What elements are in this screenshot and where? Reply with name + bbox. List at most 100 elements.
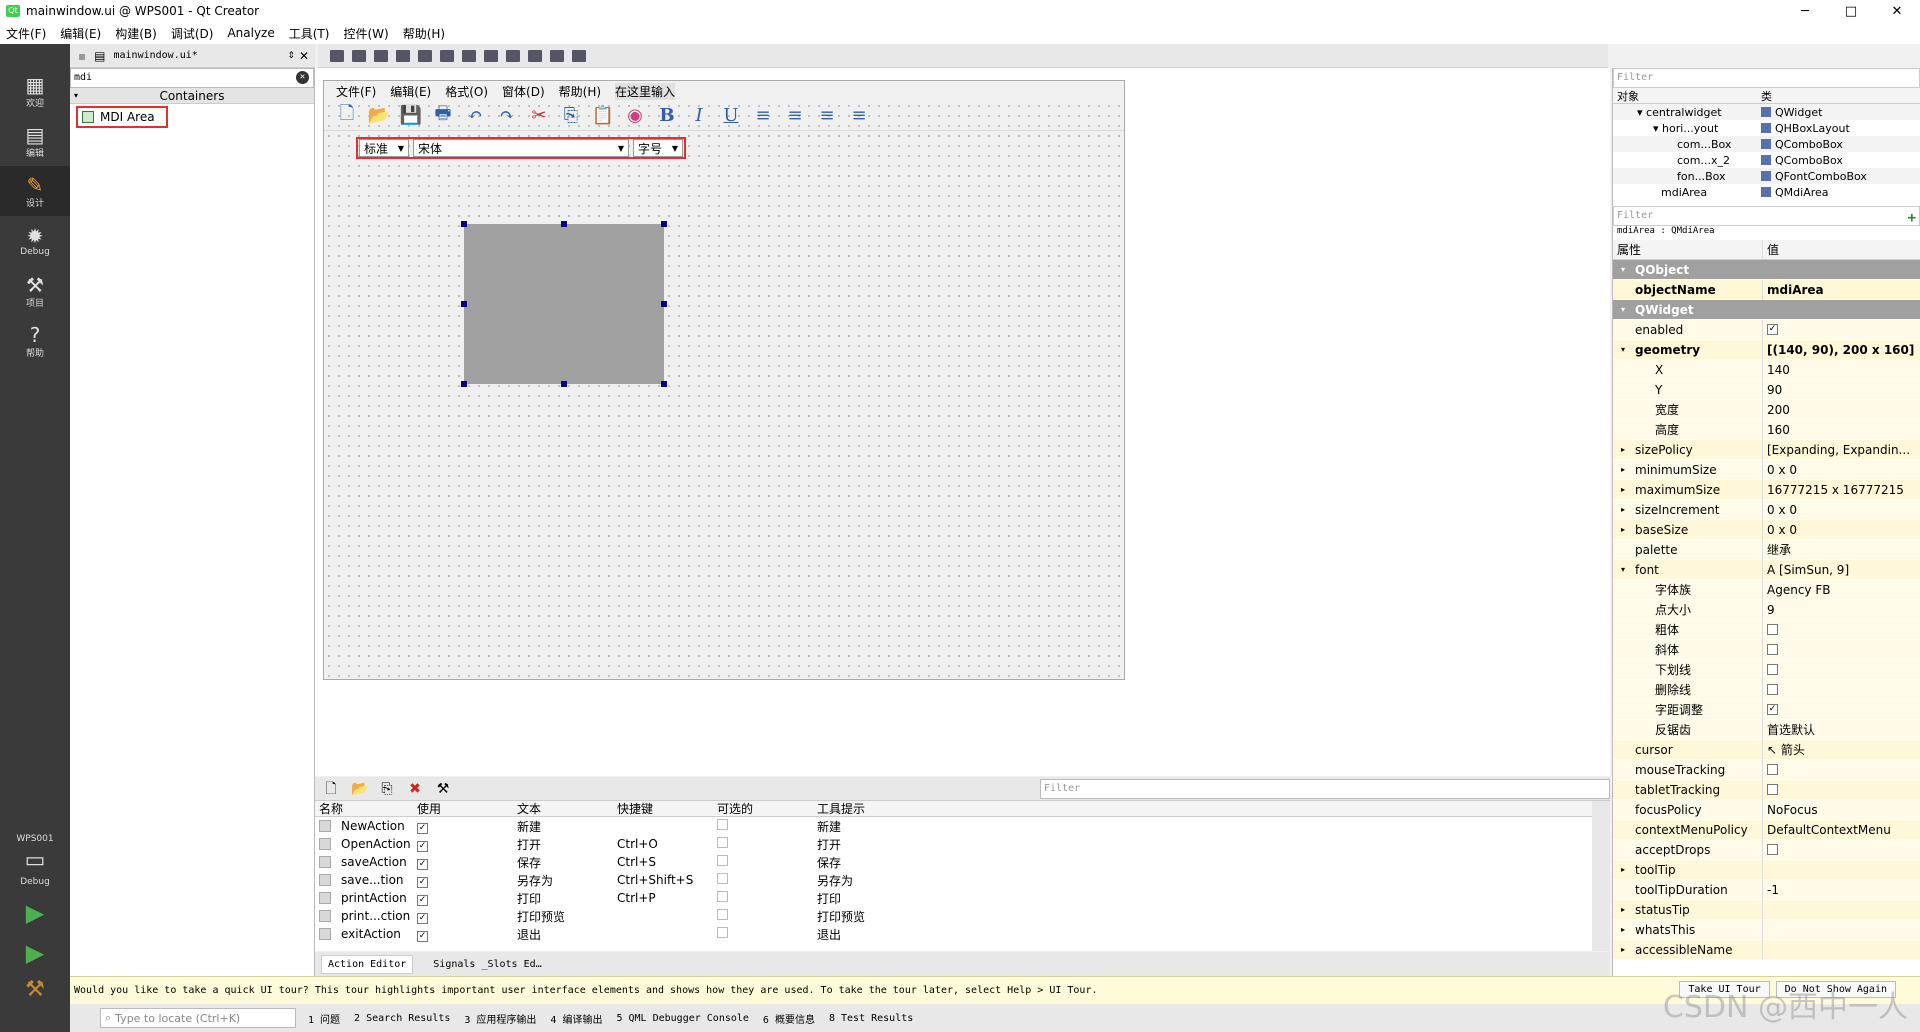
italic-icon[interactable]: I	[688, 105, 710, 127]
col-tooltip[interactable]: 工具提示	[815, 800, 965, 817]
property-checkbox[interactable]	[1767, 764, 1778, 775]
property-checkbox[interactable]	[1767, 684, 1778, 695]
mode-projects[interactable]: ⚒ 项目	[0, 266, 70, 316]
doc-switch-icon[interactable]: ⇕	[287, 51, 295, 61]
category-containers[interactable]: ▾ Containers	[70, 88, 314, 104]
form-menu-type-here[interactable]: 在这里输入	[615, 82, 676, 100]
used-checkbox[interactable]: ✓	[417, 858, 428, 870]
property-row[interactable]: cursor ↖ 箭头	[1613, 739, 1920, 760]
property-row[interactable]: enabled ✓	[1613, 319, 1920, 340]
align-center-icon[interactable]: ≡	[784, 105, 806, 127]
build-hammer-icon[interactable]: ⚒	[0, 977, 70, 1002]
expand-arrow-icon[interactable]: ▾	[1621, 260, 1625, 280]
undo-icon[interactable]: ↶	[464, 105, 486, 127]
output-tab-issues[interactable]: 1 问题	[308, 1011, 340, 1026]
form-menu-format[interactable]: 格式(O)	[445, 83, 488, 100]
object-row[interactable]: fon...Box QFontComboBox	[1613, 168, 1920, 184]
property-row[interactable]: tabletTracking	[1613, 779, 1920, 800]
resize-handle[interactable]	[661, 221, 667, 227]
table-row[interactable]: printAction ✓ 打印 Ctrl+P 打印	[315, 889, 1592, 907]
output-tab-app-output[interactable]: 3 应用程序输出	[464, 1011, 536, 1026]
layout-splitter-v-icon[interactable]	[484, 49, 498, 62]
col-property[interactable]: 属性	[1613, 239, 1763, 260]
object-row[interactable]: ▾ hori...yout QHBoxLayout	[1613, 120, 1920, 136]
property-row[interactable]: 斜体	[1613, 639, 1920, 660]
form-menu-edit[interactable]: 编辑(E)	[390, 83, 431, 100]
open-action-icon[interactable]: 📂	[351, 781, 368, 797]
menu-debug[interactable]: 调试(D)	[171, 25, 214, 42]
layout-vertical-icon[interactable]	[440, 49, 454, 62]
redo-icon[interactable]: ↷	[496, 105, 518, 127]
property-row[interactable]: ▸ baseSize 0 x 0	[1613, 519, 1920, 540]
output-tab-tests[interactable]: 8 Test Results	[829, 1013, 913, 1024]
property-row[interactable]: toolTipDuration -1	[1613, 879, 1920, 900]
tab-action-editor[interactable]: Action Editor	[321, 954, 414, 974]
layout-splitter-h-icon[interactable]	[462, 49, 476, 62]
mode-edit[interactable]: ▤ 编辑	[0, 116, 70, 166]
checkable-checkbox[interactable]	[717, 855, 728, 866]
property-row[interactable]: ▾ QObject	[1613, 260, 1920, 280]
expand-arrow-icon[interactable]: ▾	[1621, 340, 1625, 360]
action-filter-input[interactable]: Filter	[1040, 779, 1610, 799]
layout-form-icon[interactable]	[506, 49, 520, 62]
col-text[interactable]: 文本	[515, 800, 615, 817]
property-row[interactable]: 下划线	[1613, 659, 1920, 680]
maximize-button[interactable]: □	[1828, 0, 1874, 22]
col-checkable[interactable]: 可选的	[715, 800, 815, 817]
monitor-icon[interactable]: ▭	[0, 848, 70, 873]
property-row[interactable]: ▸ toolTip	[1613, 859, 1920, 880]
new-icon[interactable]: 🗋	[336, 103, 358, 127]
form-menu-help[interactable]: 帮助(H)	[559, 83, 601, 100]
property-checkbox[interactable]	[1767, 644, 1778, 655]
mode-design[interactable]: ✎ 设计	[0, 166, 70, 216]
property-row[interactable]: acceptDrops	[1613, 839, 1920, 860]
combo-style[interactable]: 标准 ▼	[359, 139, 409, 157]
edit-tab-order-icon[interactable]	[396, 49, 410, 62]
menu-file[interactable]: 文件(F)	[6, 25, 46, 42]
property-row[interactable]: ▾ geometry [(140, 90), 200 x 160]	[1613, 339, 1920, 360]
table-row[interactable]: exitAction ✓ 退出 退出	[315, 925, 1592, 943]
menu-help[interactable]: 帮助(H)	[403, 25, 445, 42]
property-row[interactable]: X 140	[1613, 359, 1920, 380]
object-row[interactable]: mdiArea QMdiArea	[1613, 184, 1920, 200]
mode-welcome[interactable]: ▦ 欢迎	[0, 66, 70, 116]
col-object[interactable]: 对象	[1613, 88, 1761, 104]
property-row[interactable]: 反锯齿 首选默认	[1613, 719, 1920, 740]
output-tab-qml[interactable]: 5 QML Debugger Console	[616, 1013, 748, 1024]
adjust-size-icon[interactable]	[572, 49, 586, 62]
property-row[interactable]: 字体族 Agency FB	[1613, 579, 1920, 600]
locator-input[interactable]: ⌕ Type to locate (Ctrl+K)	[100, 1008, 296, 1028]
property-checkbox[interactable]	[1767, 844, 1778, 855]
layout-horizontal-icon[interactable]	[418, 49, 432, 62]
table-row[interactable]: OpenAction ✓ 打开 Ctrl+O 打开	[315, 835, 1592, 853]
expand-arrow-icon[interactable]: ▸	[1621, 940, 1625, 960]
property-row[interactable]: Y 90	[1613, 379, 1920, 400]
expand-arrow-icon[interactable]: ▸	[1621, 900, 1625, 920]
expand-arrow-icon[interactable]: ▾	[1621, 560, 1625, 580]
mode-debug[interactable]: ✹ Debug	[0, 216, 70, 266]
add-property-icon[interactable]: +	[1908, 210, 1916, 226]
property-row[interactable]: mouseTracking	[1613, 759, 1920, 780]
property-checkbox[interactable]: ✓	[1767, 704, 1778, 715]
table-row[interactable]: save...tion ✓ 另存为 Ctrl+Shift+S 另存为	[315, 871, 1592, 889]
color-icon[interactable]: ◉	[624, 105, 646, 127]
used-checkbox[interactable]: ✓	[417, 912, 428, 924]
resize-handle[interactable]	[461, 221, 467, 227]
resize-handle[interactable]	[561, 221, 567, 227]
form-menu-file[interactable]: 文件(F)	[336, 83, 376, 100]
table-row[interactable]: NewAction ✓ 新建 新建	[315, 817, 1592, 835]
property-checkbox[interactable]	[1767, 664, 1778, 675]
property-row[interactable]: ▸ minimumSize 0 x 0	[1613, 459, 1920, 480]
expand-arrow-icon[interactable]: ▸	[1621, 860, 1625, 880]
property-row[interactable]: 高度 160	[1613, 419, 1920, 440]
edit-buddies-icon[interactable]	[374, 49, 388, 62]
run-icon[interactable]: ▶	[0, 899, 70, 927]
cut-icon[interactable]: ✂	[528, 105, 550, 127]
resize-handle[interactable]	[661, 301, 667, 307]
used-checkbox[interactable]: ✓	[417, 876, 428, 888]
resize-handle[interactable]	[461, 381, 467, 387]
property-row[interactable]: ▸ sizePolicy [Expanding, Expandin...	[1613, 439, 1920, 460]
expand-arrow-icon[interactable]: ▸	[1621, 480, 1625, 500]
property-row[interactable]: ▾ QWidget	[1613, 300, 1920, 320]
checkable-checkbox[interactable]	[717, 837, 728, 848]
